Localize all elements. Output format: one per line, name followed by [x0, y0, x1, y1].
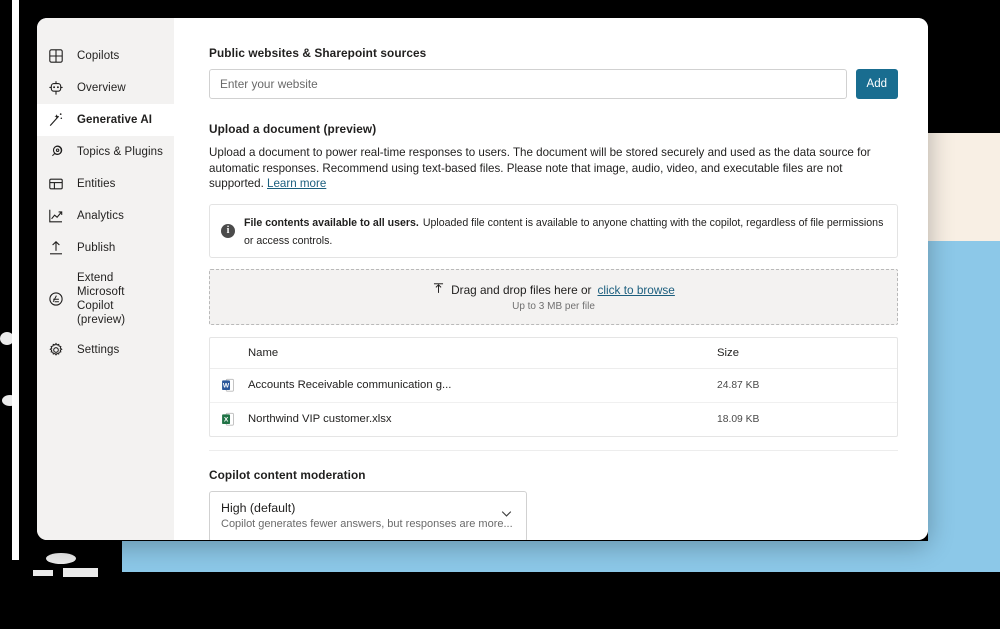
- sidebar-item-label: Extend Microsoft Copilot (preview): [77, 272, 126, 326]
- gear-icon: [47, 341, 65, 359]
- sidebar-item-extend-microsoft-copilot[interactable]: Extend Microsoft Copilot (preview): [37, 264, 174, 334]
- sidebar-item-settings[interactable]: Settings: [37, 334, 174, 366]
- magic-wand-icon: [47, 111, 65, 129]
- sidebar-item-overview[interactable]: Overview: [37, 72, 174, 104]
- content-moderation-dropdown[interactable]: High (default) Copilot generates fewer a…: [209, 490, 527, 540]
- sidebar-item-label: Topics & Plugins: [77, 146, 163, 158]
- table-row[interactable]: X Northwind VIP customer.xlsx 18.09 KB: [210, 403, 897, 436]
- uploaded-files-table: Name Size W Accounts Receivable communic…: [209, 336, 898, 437]
- banner-strong-text: File contents available to all users.: [244, 216, 419, 229]
- click-to-browse-link[interactable]: click to browse: [597, 283, 674, 297]
- upload-arrow-icon: [432, 282, 445, 298]
- sidebar-item-label: Publish: [77, 242, 116, 254]
- file-size: 18.09 KB: [717, 413, 760, 425]
- chart-line-icon: [47, 207, 65, 225]
- sidebar-item-copilots[interactable]: Copilots: [37, 40, 174, 72]
- upload-section-title: Upload a document (preview): [209, 122, 377, 136]
- sidebar-item-entities[interactable]: Entities: [37, 168, 174, 200]
- screen-root: Copilots Overview Generative AI Topics &…: [0, 0, 1000, 629]
- decoration-cream-block: [928, 133, 1000, 241]
- website-input[interactable]: [209, 69, 847, 99]
- file-name: Northwind VIP customer.xlsx: [248, 413, 392, 425]
- table-header-row: Name Size: [210, 338, 897, 369]
- moderation-selected-description: Copilot generates fewer answers, but res…: [221, 517, 513, 530]
- extend-icon: [47, 290, 65, 308]
- info-icon: i: [221, 223, 235, 238]
- file-name: Accounts Receivable communication g...: [248, 379, 452, 391]
- sidebar-item-publish[interactable]: Publish: [37, 232, 174, 264]
- file-dropzone[interactable]: Drag and drop files here or click to bro…: [209, 268, 898, 325]
- decoration-blue-block-right: [928, 241, 1000, 541]
- decoration-left-strip: [12, 0, 19, 560]
- website-input-row: Add: [209, 69, 898, 99]
- dropzone-prefix-text: Drag and drop files here or: [451, 282, 592, 297]
- sidebar-item-analytics[interactable]: Analytics: [37, 200, 174, 232]
- decoration-smudge: [63, 568, 98, 577]
- chevron-down-icon[interactable]: [499, 506, 514, 526]
- sidebar-item-topics-plugins[interactable]: Topics & Plugins: [37, 136, 174, 168]
- sidebar-item-label: Overview: [77, 82, 126, 94]
- sidebar-item-generative-ai[interactable]: Generative AI: [37, 104, 174, 136]
- plugins-icon: [47, 143, 65, 161]
- upload-icon: [47, 239, 65, 257]
- file-size: 24.87 KB: [717, 379, 760, 391]
- moderation-section-title: Copilot content moderation: [209, 467, 366, 482]
- sidebar-item-label: Generative AI: [77, 114, 153, 126]
- sidebar-item-label: Analytics: [77, 210, 124, 222]
- main-content: Public websites & Sharepoint sources Add…: [174, 18, 928, 540]
- decoration-blue-block-bottom: [122, 541, 1000, 572]
- column-header-size: Size: [717, 346, 739, 359]
- robot-icon: [47, 79, 65, 97]
- section-divider: [209, 449, 898, 451]
- svg-text:X: X: [224, 416, 229, 423]
- app-window: Copilots Overview Generative AI Topics &…: [37, 18, 928, 540]
- sidebar-item-label: Copilots: [77, 50, 120, 62]
- table-row[interactable]: W Accounts Receivable communication g...…: [210, 369, 897, 403]
- moderation-selected-value: High (default): [221, 500, 296, 515]
- entities-icon: [47, 175, 65, 193]
- sidebar: Copilots Overview Generative AI Topics &…: [37, 18, 174, 540]
- svg-text:W: W: [223, 382, 230, 389]
- learn-more-link[interactable]: Learn more: [267, 177, 326, 190]
- dropzone-size-hint: Up to 3 MB per file: [512, 300, 595, 312]
- decoration-smudge: [0, 332, 14, 345]
- banner-text-wrap: File contents available to all users. Upl…: [244, 213, 886, 249]
- decoration-smudge: [33, 570, 53, 576]
- column-header-name: Name: [248, 346, 279, 359]
- sidebar-item-label: Settings: [77, 344, 120, 356]
- decoration-smudge: [2, 395, 18, 406]
- upload-description: Upload a document to power real-time res…: [209, 145, 881, 192]
- dropzone-main-line: Drag and drop files here or click to bro…: [432, 282, 675, 298]
- add-website-button[interactable]: Add: [855, 69, 898, 99]
- websites-section-title: Public websites & Sharepoint sources: [209, 46, 427, 60]
- file-visibility-banner: i File contents available to all users. U…: [209, 203, 898, 258]
- grid-icon: [47, 47, 65, 65]
- decoration-smudge: [46, 553, 76, 564]
- sidebar-item-label: Entities: [77, 178, 116, 190]
- excel-file-icon: X: [220, 411, 248, 428]
- word-file-icon: W: [220, 377, 248, 394]
